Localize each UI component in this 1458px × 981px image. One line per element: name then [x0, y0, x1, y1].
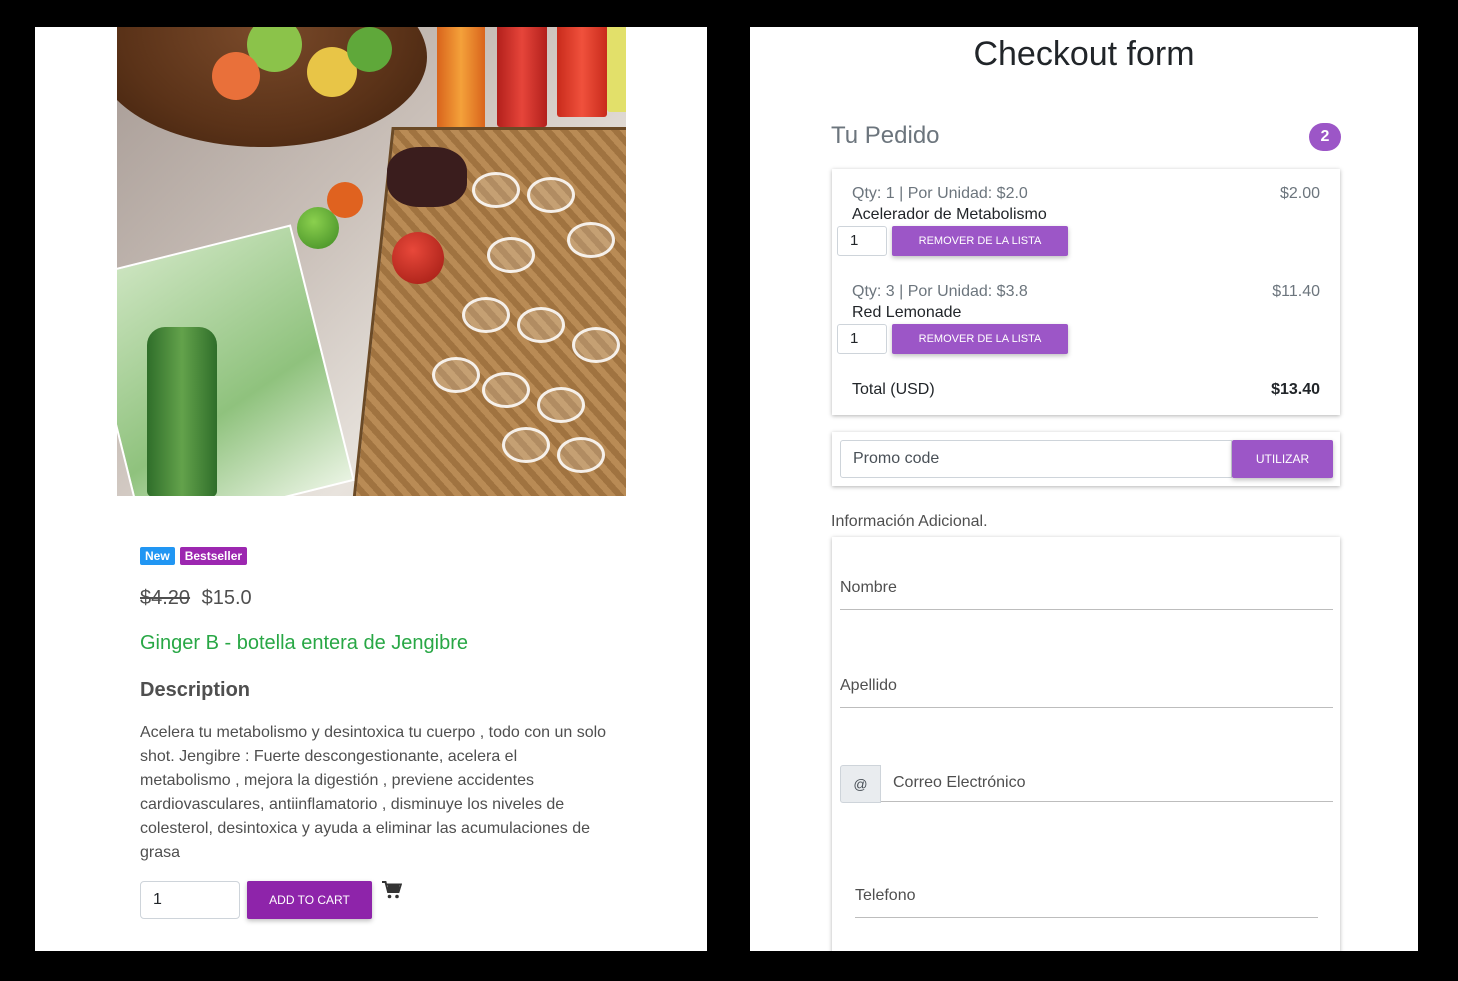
item-price: $11.40 — [1272, 283, 1320, 300]
old-price: $4.20 — [140, 587, 191, 609]
page-title: Checkout form — [973, 35, 1195, 73]
item-meta: Qty: 1 | Por Unidad: $2.0 — [852, 185, 1028, 202]
product-price: $4.20 $15.0 — [140, 587, 252, 610]
at-sign-icon: @ — [840, 765, 881, 803]
add-to-cart-button[interactable]: ADD TO CART — [247, 881, 372, 919]
item-count-badge: 2 — [1309, 123, 1341, 151]
product-description: Acelera tu metabolismo y desintoxica tu … — [140, 724, 607, 861]
customer-info-form: Nombre Apellido @ Correo Electrónico Tel… — [832, 537, 1340, 951]
last-name-field[interactable]: Apellido — [840, 677, 1333, 708]
bestseller-badge: Bestseller — [179, 547, 248, 565]
quantity-input[interactable]: 1 — [140, 881, 240, 919]
additional-info-label: Información Adicional. — [831, 513, 988, 530]
product-title: Ginger B - botella entera de Jengibre — [140, 632, 468, 654]
order-heading: Tu Pedido — [831, 122, 940, 149]
item-quantity-input[interactable]: 1 — [837, 226, 887, 256]
item-meta: Qty: 3 | Por Unidad: $3.8 — [852, 283, 1028, 300]
item-price: $2.00 — [1279, 185, 1320, 202]
phone-field[interactable]: Telefono — [855, 887, 1318, 918]
order-summary-card: Qty: 1 | Por Unidad: $2.0 $2.00 Acelerad… — [832, 169, 1340, 415]
promo-code-input[interactable]: Promo code — [840, 440, 1232, 478]
description-heading: Description — [140, 679, 251, 701]
shopping-cart-icon[interactable] — [382, 881, 402, 899]
new-badge: New — [140, 547, 175, 565]
product-image — [117, 27, 626, 496]
remove-item-button[interactable]: REMOVER DE LA LISTA — [892, 226, 1068, 256]
product-badges: New Bestseller — [140, 547, 248, 565]
remove-item-button[interactable]: REMOVER DE LA LISTA — [892, 324, 1068, 354]
checkout-panel: Checkout form Tu Pedido 2 Qty: 1 | Por U… — [750, 27, 1418, 951]
item-quantity-input[interactable]: 1 — [837, 324, 887, 354]
first-name-field[interactable]: Nombre — [840, 579, 1333, 610]
current-price: $15.0 — [201, 587, 252, 609]
item-name: Acelerador de Metabolismo — [852, 206, 1047, 223]
product-panel: New Bestseller $4.20 $15.0 Ginger B - bo… — [35, 27, 707, 951]
apply-promo-button[interactable]: UTILIZAR — [1232, 440, 1333, 478]
email-field[interactable]: Correo Electrónico — [881, 773, 1333, 802]
item-name: Red Lemonade — [852, 304, 962, 321]
promo-card: Promo code UTILIZAR — [832, 432, 1340, 486]
total-value: $13.40 — [1271, 381, 1320, 398]
total-label: Total (USD) — [852, 381, 935, 398]
